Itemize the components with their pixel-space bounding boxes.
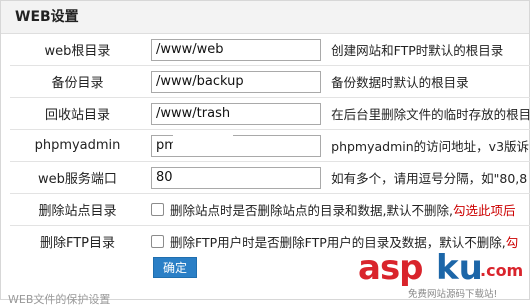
settings-row-backup-dir: 备份目录 备份数据时默认的根目录: [10, 65, 530, 98]
delete-ftp-dir-checkbox[interactable]: [151, 235, 164, 248]
redaction-mask: [173, 133, 233, 149]
watermark-com: .com: [480, 261, 524, 280]
web-port-hint: 如有多个，请用逗号分隔，如"80,8: [331, 171, 528, 186]
settings-table: web根目录 创建网站和FTP时默认的根目录 备份目录 备份数据时默认的根目录 …: [10, 34, 530, 257]
web-root-hint: 创建网站和FTP时默认的根目录: [331, 43, 504, 58]
phpmyadmin-label: phpmyadmin: [10, 129, 145, 162]
delete-site-dir-description: 删除站点时是否删除站点的目录和数据,默认不删除,勾选此项后: [170, 203, 516, 218]
trash-dir-hint: 在后台里删除文件的临时存放的根目: [331, 107, 530, 122]
watermark-tagline: 免费网站源码下载站!: [408, 289, 498, 300]
web-root-input[interactable]: [151, 38, 321, 61]
watermark-ku: ku: [436, 248, 483, 288]
panel-title: WEB设置: [1, 1, 529, 34]
delete-site-dir-label: 删除站点目录: [10, 193, 145, 226]
backup-dir-label: 备份目录: [10, 65, 145, 98]
delete-ftp-dir-label: 删除FTP目录: [10, 225, 145, 257]
trash-dir-label: 回收站目录: [10, 97, 145, 130]
backup-dir-input[interactable]: [151, 70, 321, 93]
backup-dir-hint: 备份数据时默认的根目录: [331, 75, 469, 90]
settings-row-web-root: web根目录 创建网站和FTP时默认的根目录: [10, 34, 530, 66]
delete-site-dir-warning: 勾选此项后: [452, 203, 516, 218]
trash-dir-input[interactable]: [151, 102, 321, 125]
next-section-title: WEB文件的保护设置: [8, 293, 111, 306]
web-port-label: web服务端口: [10, 161, 145, 194]
web-root-label: web根目录: [44, 44, 111, 59]
watermark-asp: asp: [358, 248, 424, 288]
settings-row-phpmyadmin: phpmyadmin phpmyadmin的访问地址，v3版诉: [10, 129, 530, 162]
settings-row-delete-site-dir: 删除站点目录 删除站点时是否删除站点的目录和数据,默认不删除,勾选此项后: [10, 193, 530, 226]
web-port-input[interactable]: [151, 166, 321, 189]
site-watermark-logo: asp ku .com 免费网站源码下载站!: [358, 248, 530, 300]
delete-site-dir-checkbox[interactable]: [151, 203, 164, 216]
settings-row-trash-dir: 回收站目录 在后台里删除文件的临时存放的根目: [10, 97, 530, 130]
confirm-button[interactable]: 确定: [153, 257, 197, 278]
settings-row-web-port: web服务端口 如有多个，请用逗号分隔，如"80,8: [10, 161, 530, 194]
phpmyadmin-hint: phpmyadmin的访问地址，v3版诉: [331, 139, 530, 154]
